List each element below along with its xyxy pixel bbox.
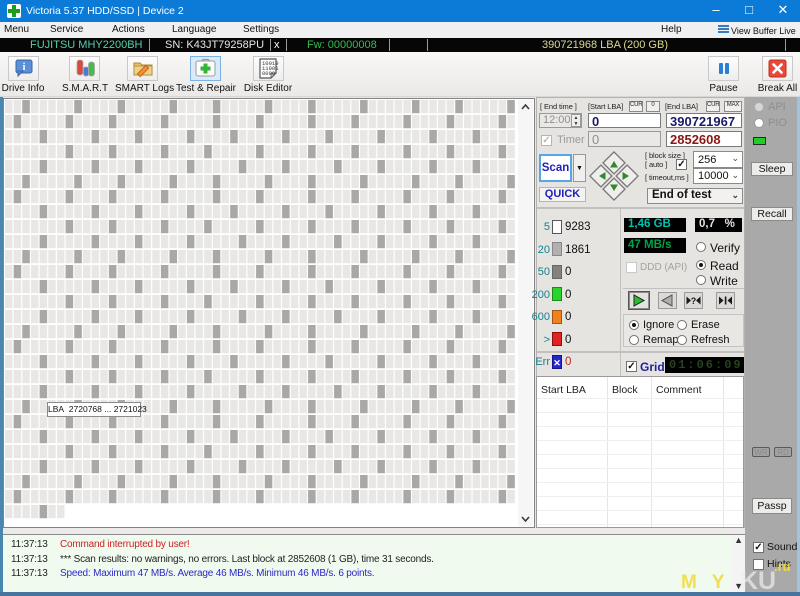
svg-text:i: i (23, 62, 26, 73)
svg-text:?: ? (691, 296, 697, 306)
svg-text:0000: 0000 (262, 70, 275, 77)
